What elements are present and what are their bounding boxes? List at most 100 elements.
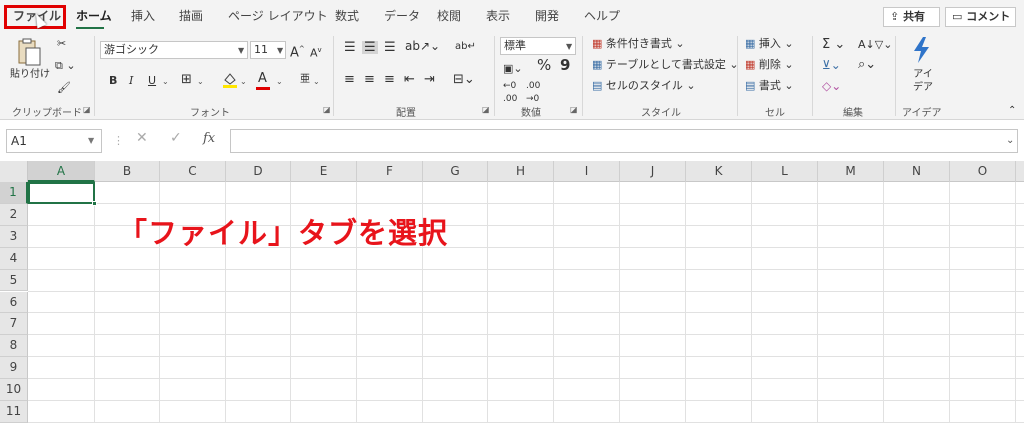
name-box-dropdown-icon[interactable]: ▼ xyxy=(88,134,94,147)
align-bottom-icon[interactable]: ☰ xyxy=(384,41,396,54)
row-header[interactable]: 7 xyxy=(0,313,28,336)
tab-page-layout[interactable]: ページ レイアウト xyxy=(228,9,328,23)
column-header[interactable]: B xyxy=(95,161,160,182)
column-header[interactable]: O xyxy=(950,161,1016,182)
delete-cells-button[interactable]: ▦ 削除 ⌄ xyxy=(745,58,794,71)
tab-draw[interactable]: 描画 xyxy=(179,9,203,23)
share-button[interactable]: ⇪ 共有 xyxy=(883,7,940,27)
column-header[interactable]: A xyxy=(28,161,95,182)
percent-button[interactable]: % xyxy=(537,58,551,73)
formula-input[interactable] xyxy=(230,129,1018,153)
insert-function-button[interactable]: fx xyxy=(203,132,215,145)
merge-cells-icon[interactable]: ⊟⌄ xyxy=(453,73,475,86)
format-as-table-button[interactable]: ▦ テーブルとして書式設定 ⌄ xyxy=(592,58,739,71)
cell-styles-button[interactable]: ▤ セルのスタイル ⌄ xyxy=(592,79,696,92)
collapse-ribbon-icon[interactable]: ⌃ xyxy=(1008,104,1016,117)
decrease-decimal-icon[interactable]: .00 →0 xyxy=(526,80,540,106)
fill-color-icon[interactable] xyxy=(222,71,238,89)
align-left-icon[interactable]: ≡ xyxy=(344,73,355,86)
align-center-icon[interactable]: ≡ xyxy=(364,73,375,86)
conditional-format-button[interactable]: ▦ 条件付き書式 ⌄ xyxy=(592,37,685,50)
row-header[interactable]: 10 xyxy=(0,379,28,401)
column-header[interactable]: M xyxy=(818,161,884,182)
autosum-icon[interactable]: Σ ⌄ xyxy=(822,38,845,51)
fill-handle[interactable] xyxy=(92,201,97,206)
column-header[interactable]: J xyxy=(620,161,686,182)
currency-icon[interactable]: ▣⌄ xyxy=(503,62,523,75)
italic-button[interactable]: I xyxy=(129,74,133,87)
clipboard-launcher-icon[interactable]: ◪ xyxy=(83,105,91,114)
decrease-font-icon[interactable]: Av xyxy=(310,44,322,60)
font-launcher-icon[interactable]: ◪ xyxy=(323,105,331,114)
column-header[interactable]: D xyxy=(226,161,291,182)
grid-row-line xyxy=(28,334,1024,336)
increase-font-icon[interactable]: A^ xyxy=(290,43,305,59)
clear-icon[interactable]: ◇⌄ xyxy=(822,80,841,93)
font-color-icon[interactable]: A xyxy=(258,72,267,85)
row-header[interactable]: 11 xyxy=(0,401,28,423)
grid-column-line xyxy=(619,182,620,423)
alignment-launcher-icon[interactable]: ◪ xyxy=(482,105,490,114)
column-header[interactable]: L xyxy=(752,161,818,182)
row-header[interactable]: 9 xyxy=(0,357,28,380)
cut-icon[interactable]: ✂ xyxy=(57,37,66,50)
row-header[interactable]: 8 xyxy=(0,335,28,358)
tab-help[interactable]: ヘルプ xyxy=(584,9,620,23)
tab-insert[interactable]: 挿入 xyxy=(131,9,155,23)
column-header[interactable]: E xyxy=(291,161,357,182)
tab-home[interactable]: ホーム xyxy=(76,9,112,23)
row-header[interactable]: 2 xyxy=(0,203,28,226)
tab-review[interactable]: 校閲 xyxy=(437,9,461,23)
selected-cell[interactable] xyxy=(28,182,95,204)
number-format-select[interactable]: 標準 xyxy=(500,37,576,55)
enter-icon[interactable]: ✓ xyxy=(170,131,182,145)
fill-icon[interactable]: ⊻⌄ xyxy=(822,59,841,72)
column-header[interactable]: I xyxy=(554,161,620,182)
expand-formula-bar-icon[interactable]: ⌄ xyxy=(1006,134,1014,147)
phonetic-icon[interactable]: 亜 xyxy=(300,73,310,86)
sort-filter-icon[interactable]: A↓▽⌄ xyxy=(858,38,892,51)
ideas-button[interactable]: アイ デア xyxy=(913,68,933,94)
column-header[interactable]: H xyxy=(488,161,554,182)
copy-icon[interactable]: ⧉ ⌄ xyxy=(55,59,76,72)
group-divider xyxy=(812,36,813,116)
font-name-select[interactable]: 游ゴシック xyxy=(100,41,248,59)
decrease-indent-icon[interactable]: ⇤ xyxy=(404,73,415,86)
cancel-icon[interactable]: ✕ xyxy=(136,131,148,145)
wrap-text-icon[interactable]: ab↵ xyxy=(455,40,476,53)
format-cells-button[interactable]: ▤ 書式 ⌄ xyxy=(745,79,794,92)
border-icon[interactable]: ⊞ xyxy=(181,73,192,86)
tab-view[interactable]: 表示 xyxy=(486,9,510,23)
paste-button[interactable]: 貼り付け xyxy=(10,68,50,81)
row-header[interactable]: 6 xyxy=(0,291,28,314)
insert-cells-button[interactable]: ▦ 挿入 ⌄ xyxy=(745,37,794,50)
row-header[interactable]: 3 xyxy=(0,225,28,248)
column-header[interactable]: C xyxy=(160,161,226,182)
tab-formulas[interactable]: 数式 xyxy=(335,9,359,23)
align-top-icon[interactable]: ☰ xyxy=(344,41,356,54)
align-right-icon[interactable]: ≡ xyxy=(384,73,395,86)
number-launcher-icon[interactable]: ◪ xyxy=(570,105,578,114)
find-select-icon[interactable]: ⌕⌄ xyxy=(858,58,876,71)
column-header[interactable]: G xyxy=(423,161,488,182)
increase-decimal-icon[interactable]: ←0.00 xyxy=(503,80,517,106)
row-header[interactable]: 4 xyxy=(0,247,28,270)
format-painter-icon[interactable]: 🖌 xyxy=(57,81,71,94)
increase-indent-icon[interactable]: ⇥ xyxy=(424,73,435,86)
column-header[interactable]: K xyxy=(686,161,752,182)
select-all-button[interactable] xyxy=(0,161,28,182)
comma-button[interactable]: 9 xyxy=(560,58,570,73)
group-divider xyxy=(333,36,334,116)
row-header[interactable]: 5 xyxy=(0,269,28,292)
underline-button[interactable]: U xyxy=(148,74,156,87)
orientation-icon[interactable]: ab↗⌄ xyxy=(405,40,440,53)
row-header[interactable]: 1 xyxy=(0,182,28,204)
column-header[interactable]: N xyxy=(884,161,950,182)
column-header[interactable]: F xyxy=(357,161,423,182)
comment-button[interactable]: ▭ コメント xyxy=(945,7,1016,27)
tab-developer[interactable]: 開発 xyxy=(535,9,559,23)
bold-button[interactable]: B xyxy=(109,74,117,87)
align-middle-icon[interactable]: ☰ xyxy=(362,41,378,54)
group-divider xyxy=(582,36,583,116)
tab-data[interactable]: データ xyxy=(384,9,420,23)
